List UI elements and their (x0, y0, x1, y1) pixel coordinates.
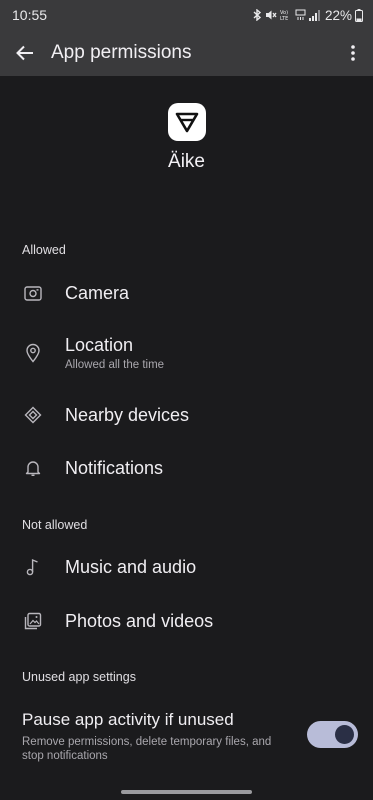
permission-label: Photos and videos (65, 610, 214, 631)
permission-label: Music and audio (65, 556, 197, 577)
permission-label: Nearby devices (65, 404, 190, 425)
page-title: App permissions (51, 42, 192, 63)
bell-icon (22, 457, 44, 479)
app-name: Äike (168, 151, 205, 172)
pause-app-activity-toggle[interactable] (307, 721, 358, 748)
section-unused-app-settings: Unused app settings (22, 670, 136, 684)
section-not-allowed: Not allowed (22, 518, 88, 532)
permission-label: Notifications (65, 457, 164, 478)
bluetooth-icon (253, 9, 262, 21)
permission-camera[interactable]: Camera (0, 268, 373, 318)
battery-percentage: 22% (324, 7, 352, 23)
gesture-navigation-bar[interactable] (121, 790, 252, 794)
data-icon (295, 9, 306, 20)
status-time: 10:55 (12, 7, 48, 23)
section-allowed: Allowed (22, 243, 66, 257)
back-button[interactable] (0, 30, 50, 76)
more-vert-icon (351, 45, 355, 61)
app-icon (167, 103, 206, 141)
music-icon (22, 556, 44, 578)
app-header: Äike (0, 103, 373, 173)
permission-notifications[interactable]: Notifications (0, 443, 373, 493)
app-bar: App permissions (0, 30, 373, 76)
svg-text:LTE: LTE (280, 16, 288, 21)
more-options-button[interactable] (333, 30, 373, 76)
mute-icon (265, 10, 277, 20)
permission-nearby-devices[interactable]: Nearby devices (0, 390, 373, 440)
aike-logo-icon (175, 112, 198, 133)
arrow-back-icon (16, 45, 33, 61)
pause-app-activity-title: Pause app activity if unused (22, 710, 234, 729)
permission-location[interactable]: Location Allowed all the time (0, 328, 373, 378)
permission-photos-and-videos[interactable]: Photos and videos (0, 596, 373, 646)
signal-icon (308, 9, 320, 21)
permission-music-and-audio[interactable]: Music and audio (0, 542, 373, 592)
photos-icon (22, 610, 44, 632)
permission-label: Camera (65, 282, 130, 303)
status-bar: 10:55 Vo) LTE 22% (0, 0, 373, 30)
status-icons: Vo) LTE 22% (252, 8, 363, 23)
nearby-devices-icon (22, 404, 44, 426)
pause-app-activity-description: Remove permissions, delete temporary fil… (22, 736, 272, 762)
location-icon (22, 342, 44, 364)
permission-sublabel: Allowed all the time (65, 359, 165, 371)
toggle-knob (335, 725, 354, 744)
battery-icon (355, 8, 363, 22)
permission-label: Location (65, 335, 134, 355)
volte-icon: Vo) LTE (280, 10, 288, 21)
pause-app-activity-setting[interactable]: Pause app activity if unused Remove perm… (0, 706, 373, 768)
camera-icon (22, 282, 44, 304)
